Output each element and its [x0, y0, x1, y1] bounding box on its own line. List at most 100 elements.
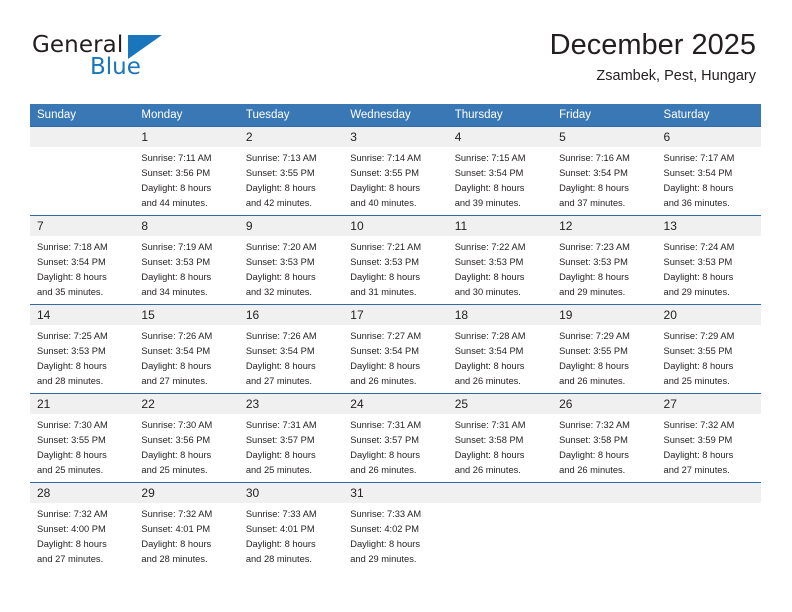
day-detail-line: Sunrise: 7:23 AM [559, 242, 630, 252]
day-detail-line: Daylight: 8 hours [350, 361, 421, 372]
calendar-table: Sunday Monday Tuesday Wednesday Thursday Frid… [30, 104, 761, 572]
day-number [656, 483, 761, 503]
day-number: 9 [238, 216, 344, 236]
day-detail-line: Sunrise: 7:29 AM [663, 331, 735, 341]
day-detail-line: and 26 minutes. [350, 376, 417, 387]
day-detail-line: and 27 minutes. [141, 376, 208, 387]
day-detail-line: Sunrise: 7:15 AM [454, 153, 526, 163]
day-detail-line: and 29 minutes. [559, 287, 626, 298]
calendar-day-cell[interactable]: 15 Sunrise: 7:26 AM Sunset: 3:54 PM Dayligh… [134, 304, 239, 394]
day-detail-line: Daylight: 8 hours [141, 539, 212, 550]
calendar-day-cell[interactable]: 17 Sunrise: 7:27 AM Sunset: 3:54 PM Dayligh… [343, 304, 448, 394]
day-number: 26 [552, 394, 657, 414]
day-number: 25 [447, 394, 553, 414]
day-detail-line: Daylight: 8 hours [454, 450, 525, 461]
day-detail-line: and 25 minutes. [663, 376, 730, 387]
day-detail-line: Daylight: 8 hours [245, 183, 316, 194]
day-number: 21 [30, 394, 135, 414]
day-detail-line: and 35 minutes. [37, 287, 104, 298]
day-details: Sunrise: 7:13 AM Sunset: 3:55 PM Daylight:… [239, 147, 343, 211]
day-detail-line: and 27 minutes. [663, 465, 730, 476]
day-number: 16 [238, 305, 344, 325]
calendar-day-cell[interactable]: 2 Sunrise: 7:13 AM Sunset: 3:55 PM Daylight… [238, 126, 344, 216]
calendar-day-cell[interactable]: 4 Sunrise: 7:15 AM Sunset: 3:54 PM Daylight… [447, 126, 553, 216]
day-number: 23 [238, 394, 344, 414]
calendar-day-cell[interactable]: 6 Sunrise: 7:17 AM Sunset: 3:54 PM Daylight… [656, 126, 761, 216]
day-detail-line: Daylight: 8 hours [37, 272, 107, 283]
day-detail-line: and 36 minutes. [663, 198, 730, 209]
day-detail-line: Sunrise: 7:24 AM [663, 242, 735, 252]
day-number: 18 [447, 305, 553, 325]
title-block: December 2025 Zsambek, Pest, Hungary [550, 28, 756, 86]
day-detail-line: Sunrise: 7:19 AM [141, 242, 213, 252]
calendar-day-cell[interactable]: 9 Sunrise: 7:20 AM Sunset: 3:53 PM Daylight… [238, 215, 344, 305]
calendar-day-cell[interactable]: 12 Sunrise: 7:23 AM Sunset: 3:53 PM Dayligh… [552, 215, 657, 305]
day-detail-line: Sunset: 3:54 PM [454, 168, 524, 179]
calendar-day-cell[interactable]: 14 Sunrise: 7:25 AM Sunset: 3:53 PM Dayligh… [30, 304, 135, 394]
calendar-body: 1 Sunrise: 7:11 AM Sunset: 3:56 PM Daylight… [30, 126, 761, 572]
day-detail-line: Sunset: 3:53 PM [245, 257, 315, 268]
calendar-day-cell[interactable]: 3 Sunrise: 7:14 AM Sunset: 3:55 PM Daylight… [343, 126, 448, 216]
day-details: Sunrise: 7:16 AM Sunset: 3:54 PM Daylight:… [552, 147, 656, 211]
calendar-day-cell[interactable]: 21 Sunrise: 7:30 AM Sunset: 3:55 PM Dayligh… [30, 393, 135, 483]
day-detail-line: Sunrise: 7:13 AM [245, 153, 317, 163]
calendar-day-cell[interactable]: 29 Sunrise: 7:32 AM Sunset: 4:01 PM Dayligh… [134, 482, 239, 572]
calendar-day-cell[interactable]: 8 Sunrise: 7:19 AM Sunset: 3:53 PM Daylight… [134, 215, 239, 305]
calendar-empty-cell [30, 126, 135, 216]
calendar-day-cell[interactable]: 10 Sunrise: 7:21 AM Sunset: 3:53 PM Dayligh… [343, 215, 448, 305]
calendar-day-cell[interactable]: 13 Sunrise: 7:24 AM Sunset: 3:53 PM Dayligh… [656, 215, 761, 305]
calendar-day-cell[interactable]: 11 Sunrise: 7:22 AM Sunset: 3:53 PM Dayligh… [447, 215, 553, 305]
day-detail-line: and 26 minutes. [350, 465, 417, 476]
day-detail-line: Daylight: 8 hours [559, 450, 629, 461]
logo-text-blue: Blue [90, 54, 141, 80]
day-number: 8 [134, 216, 239, 236]
day-detail-line: Sunrise: 7:31 AM [245, 420, 317, 430]
day-number: 7 [30, 216, 135, 236]
day-details: Sunrise: 7:25 AM Sunset: 3:53 PM Daylight:… [30, 325, 134, 389]
calendar-day-cell[interactable]: 31 Sunrise: 7:33 AM Sunset: 4:02 PM Dayligh… [343, 482, 448, 572]
calendar-day-cell[interactable]: 28 Sunrise: 7:32 AM Sunset: 4:00 PM Dayligh… [30, 482, 135, 572]
day-detail-line: Sunrise: 7:30 AM [141, 420, 213, 430]
calendar-day-cell[interactable]: 7 Sunrise: 7:18 AM Sunset: 3:54 PM Daylight… [30, 215, 135, 305]
day-detail-line: Daylight: 8 hours [245, 450, 316, 461]
day-detail-line: Sunrise: 7:21 AM [350, 242, 422, 252]
calendar-day-cell[interactable]: 18 Sunrise: 7:28 AM Sunset: 3:54 PM Dayligh… [447, 304, 553, 394]
day-detail-line: Sunrise: 7:32 AM [141, 509, 213, 519]
day-number [30, 127, 135, 147]
weekday-header-wednesday: Wednesday [343, 104, 448, 127]
day-detail-line: and 25 minutes. [37, 465, 104, 476]
day-detail-line: Sunset: 3:57 PM [245, 435, 315, 446]
day-detail-line: and 26 minutes. [559, 376, 626, 387]
day-details: Sunrise: 7:31 AM Sunset: 3:57 PM Daylight:… [239, 414, 343, 478]
weekday-header-friday: Friday [552, 104, 657, 127]
day-detail-line: Sunset: 3:56 PM [141, 168, 211, 179]
calendar-day-cell[interactable]: 16 Sunrise: 7:26 AM Sunset: 3:54 PM Dayligh… [238, 304, 344, 394]
calendar-empty-cell [656, 482, 761, 572]
general-blue-logo[interactable]: General Blue [32, 34, 212, 88]
calendar-day-cell[interactable]: 30 Sunrise: 7:33 AM Sunset: 4:01 PM Dayligh… [238, 482, 344, 572]
day-number: 13 [656, 216, 761, 236]
day-detail-line: and 25 minutes. [245, 465, 312, 476]
calendar-day-cell[interactable]: 27 Sunrise: 7:32 AM Sunset: 3:59 PM Dayligh… [656, 393, 761, 483]
day-detail-line: Sunset: 3:54 PM [559, 168, 628, 179]
day-number: 30 [238, 483, 344, 503]
day-details: Sunrise: 7:17 AM Sunset: 3:54 PM Daylight:… [657, 147, 761, 211]
calendar-day-cell[interactable]: 22 Sunrise: 7:30 AM Sunset: 3:56 PM Dayligh… [134, 393, 239, 483]
calendar-day-cell[interactable]: 19 Sunrise: 7:29 AM Sunset: 3:55 PM Dayligh… [552, 304, 657, 394]
day-number: 29 [134, 483, 239, 503]
day-detail-line: Sunset: 3:53 PM [663, 257, 733, 268]
day-detail-line: Sunrise: 7:11 AM [141, 153, 212, 163]
calendar-day-cell[interactable]: 20 Sunrise: 7:29 AM Sunset: 3:55 PM Dayligh… [656, 304, 761, 394]
day-detail-line: Daylight: 8 hours [37, 539, 107, 550]
calendar-day-cell[interactable]: 26 Sunrise: 7:32 AM Sunset: 3:58 PM Dayligh… [552, 393, 657, 483]
day-detail-line: Daylight: 8 hours [37, 361, 107, 372]
day-detail-line: Sunset: 3:54 PM [141, 346, 211, 357]
calendar-day-cell[interactable]: 5 Sunrise: 7:16 AM Sunset: 3:54 PM Daylight… [552, 126, 657, 216]
calendar-day-cell[interactable]: 25 Sunrise: 7:31 AM Sunset: 3:58 PM Dayligh… [447, 393, 553, 483]
calendar-day-cell[interactable]: 1 Sunrise: 7:11 AM Sunset: 3:56 PM Daylight… [134, 126, 239, 216]
day-detail-line: Sunrise: 7:31 AM [350, 420, 422, 430]
day-details: Sunrise: 7:11 AM Sunset: 3:56 PM Daylight:… [134, 147, 238, 211]
calendar-day-cell[interactable]: 24 Sunrise: 7:31 AM Sunset: 3:57 PM Dayligh… [343, 393, 448, 483]
calendar-day-cell[interactable]: 23 Sunrise: 7:31 AM Sunset: 3:57 PM Dayligh… [238, 393, 344, 483]
calendar-empty-cell [552, 482, 657, 572]
